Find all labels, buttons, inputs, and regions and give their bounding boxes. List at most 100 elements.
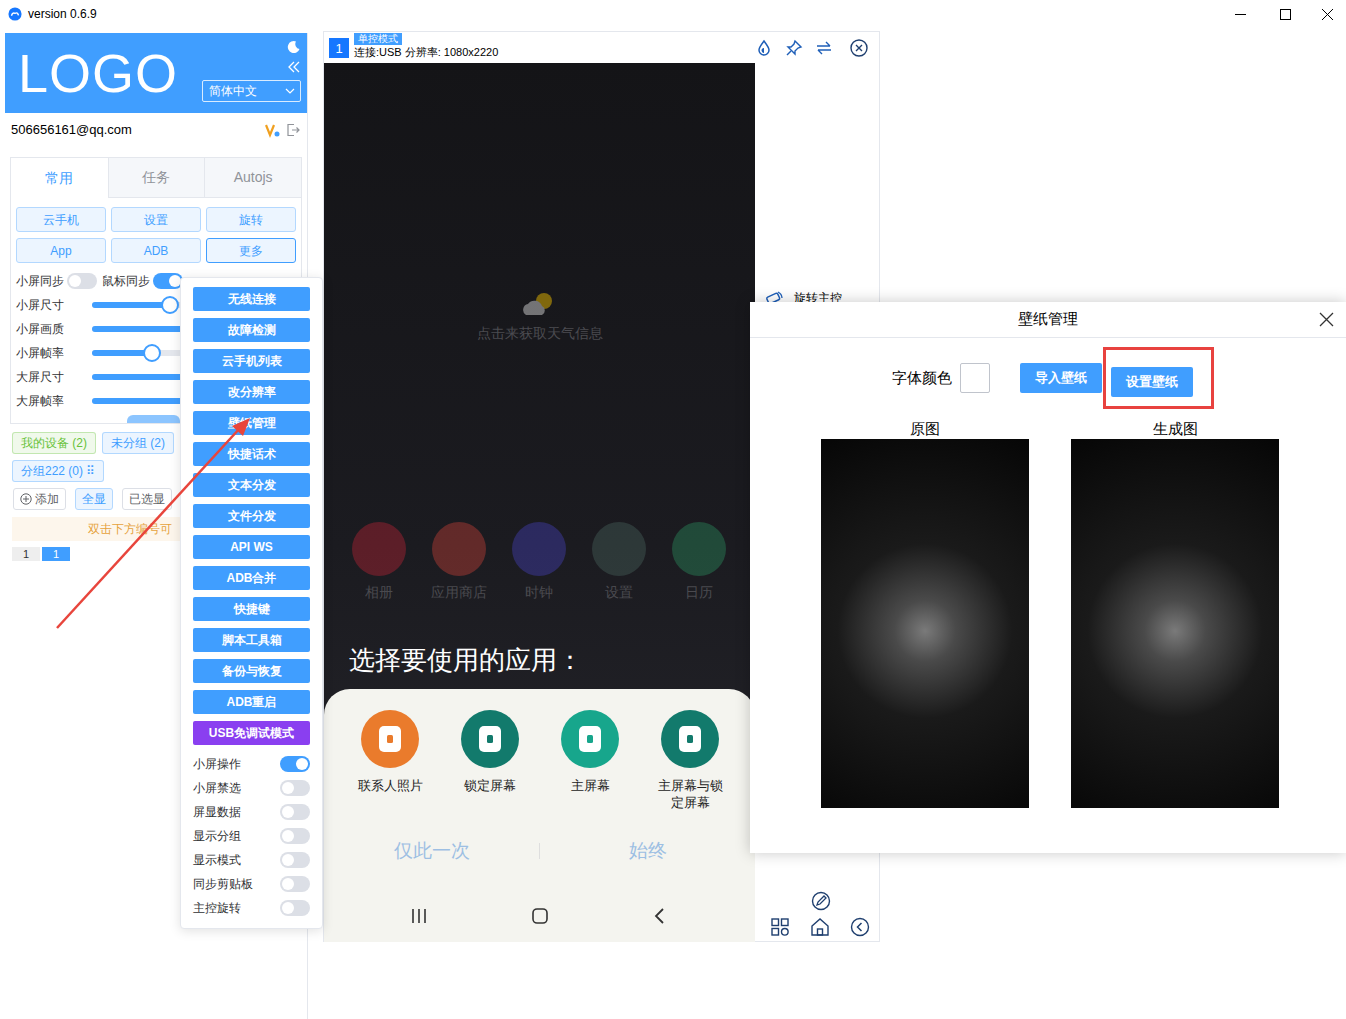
quick-button[interactable]: 旋转	[206, 207, 296, 232]
chooser-option-icon[interactable]	[561, 710, 619, 768]
minimize-button[interactable]	[1218, 0, 1263, 28]
menu-button[interactable]: 壁纸管理	[193, 411, 310, 435]
chooser-action[interactable]: 始终	[540, 837, 755, 866]
menu-button[interactable]: 改分辨率	[193, 380, 310, 404]
quick-button[interactable]: 更多	[206, 238, 296, 263]
back-circle-icon[interactable]	[850, 917, 870, 937]
weather-text[interactable]: 点击来获取天气信息	[477, 323, 603, 344]
quick-button-label[interactable]: App	[50, 242, 71, 260]
toggle-switch[interactable]	[280, 804, 310, 820]
app-item[interactable]: 设置	[579, 522, 659, 603]
home-outline-icon[interactable]	[810, 917, 830, 937]
menu-button-label[interactable]: 改分辨率	[228, 383, 276, 401]
toggle-switch[interactable]	[280, 780, 310, 796]
toggle-switch[interactable]	[153, 273, 183, 289]
chooser-action-label[interactable]: 仅此一次	[394, 840, 470, 861]
quick-button[interactable]: 设置	[111, 207, 201, 232]
close-icon[interactable]	[1319, 312, 1334, 327]
chooser-option-icon[interactable]	[661, 710, 719, 768]
moon-icon[interactable]	[287, 40, 301, 54]
menu-button[interactable]: ADB重启	[193, 690, 310, 714]
dialog-close-button[interactable]	[1319, 312, 1334, 327]
quick-button-label[interactable]: 设置	[144, 211, 168, 229]
dialog-button[interactable]: 设置壁纸	[1111, 367, 1193, 397]
chooser-option-label[interactable]: 锁定屏幕	[452, 777, 528, 794]
tab-label[interactable]: Autojs	[234, 167, 273, 188]
quick-button[interactable]: ADB	[111, 238, 201, 263]
menu-button-label[interactable]: 备份与恢复	[222, 662, 282, 680]
menu-button-label[interactable]: USB免调试模式	[209, 724, 294, 742]
app-icon[interactable]	[672, 522, 726, 576]
tab[interactable]: Autojs	[204, 158, 301, 198]
maximize-button[interactable]	[1263, 0, 1308, 28]
app-label[interactable]: 日历	[685, 582, 713, 603]
menu-button[interactable]: 文件分发	[193, 504, 310, 528]
menu-button[interactable]: 故障检测	[193, 318, 310, 342]
tab[interactable]: 任务	[108, 158, 205, 198]
app-label[interactable]: 设置	[605, 582, 633, 603]
tab-label[interactable]: 常用	[45, 168, 73, 189]
app-label[interactable]: 相册	[365, 582, 393, 603]
app-label[interactable]: 时钟	[525, 582, 553, 603]
collapse-icon[interactable]	[287, 60, 301, 74]
toggle-switch[interactable]	[280, 756, 310, 772]
menu-button-label[interactable]: ADB重启	[227, 693, 277, 711]
app-item[interactable]: 相册	[339, 522, 419, 603]
menu-button-label[interactable]: 云手机列表	[222, 352, 282, 370]
menu-button-label[interactable]: 快捷键	[234, 600, 270, 618]
chooser-option[interactable]: 锁定屏幕	[440, 710, 540, 811]
menu-button-label[interactable]: ADB合并	[227, 569, 277, 587]
maximize-icon[interactable]	[1280, 9, 1291, 20]
quick-button-label[interactable]: 旋转	[239, 211, 263, 229]
menu-button[interactable]: ADB合并	[193, 566, 310, 590]
menu-button-label[interactable]: 文本分发	[228, 476, 276, 494]
app-icon[interactable]	[592, 522, 646, 576]
app-item[interactable]: 时钟	[499, 522, 579, 603]
app-icon[interactable]	[352, 522, 406, 576]
home-icon[interactable]	[531, 907, 549, 925]
edit-icon[interactable]	[811, 891, 831, 911]
menu-button[interactable]: API WS	[193, 535, 310, 559]
menu-button-label[interactable]: 壁纸管理	[228, 414, 276, 432]
slider-thumb[interactable]	[161, 296, 179, 314]
chooser-option[interactable]: 主屏幕	[540, 710, 640, 811]
group-tag[interactable]: 未分组 (2)	[102, 432, 174, 454]
quick-button-label[interactable]: 云手机	[43, 211, 79, 229]
phone-screen[interactable]: 点击来获取天气信息相册应用商店时钟设置日历选择要使用的应用：联系人照片锁定屏幕主…	[324, 63, 755, 942]
device-page-label[interactable]: 1	[23, 549, 29, 560]
recents-icon[interactable]	[410, 907, 428, 925]
group-tag[interactable]: 我的设备 (2)	[12, 432, 96, 454]
menu-button-label[interactable]: 脚本工具箱	[222, 631, 282, 649]
toggle-switch[interactable]	[67, 273, 97, 289]
group-tag[interactable]: 分组222 (0) ⠿	[12, 460, 104, 482]
weather-widget[interactable]: 点击来获取天气信息	[324, 289, 755, 344]
chooser-option[interactable]: 主屏幕与锁定屏幕	[640, 710, 740, 811]
menu-button[interactable]: 无线连接	[193, 287, 310, 311]
dialog-button-label[interactable]: 导入壁纸	[1035, 368, 1087, 388]
chevron-down-icon[interactable]	[285, 86, 295, 96]
device-page[interactable]: 1	[42, 547, 70, 561]
menu-button[interactable]: 云手机列表	[193, 349, 310, 373]
tab-label[interactable]: 任务	[142, 167, 170, 188]
group-action-button[interactable]: 全显	[75, 488, 113, 510]
menu-button-label[interactable]: 故障检测	[228, 321, 276, 339]
drop-icon[interactable]	[755, 39, 773, 57]
vip-icon[interactable]	[265, 123, 280, 138]
toggle-switch[interactable]	[280, 852, 310, 868]
chooser-option[interactable]: 联系人照片	[340, 710, 440, 811]
dialog-button-label[interactable]: 设置壁纸	[1126, 372, 1178, 392]
chooser-action-label[interactable]: 始终	[629, 840, 667, 861]
quick-button-label[interactable]: ADB	[144, 242, 169, 260]
device-page[interactable]: 1	[12, 547, 40, 561]
group-action-label[interactable]: 添加	[35, 490, 59, 508]
chooser-option-icon[interactable]	[361, 710, 419, 768]
chooser-option-icon[interactable]	[461, 710, 519, 768]
add-icon[interactable]	[20, 493, 32, 505]
menu-button-label[interactable]: 无线连接	[228, 290, 276, 308]
menu-button[interactable]: 文本分发	[193, 473, 310, 497]
menu-button[interactable]: 备份与恢复	[193, 659, 310, 683]
chooser-option-label[interactable]: 主屏幕与锁定屏幕	[652, 777, 728, 811]
quick-button[interactable]: 云手机	[16, 207, 106, 232]
language-select[interactable]: 简体中文	[202, 80, 301, 102]
app-item[interactable]: 应用商店	[419, 522, 499, 603]
